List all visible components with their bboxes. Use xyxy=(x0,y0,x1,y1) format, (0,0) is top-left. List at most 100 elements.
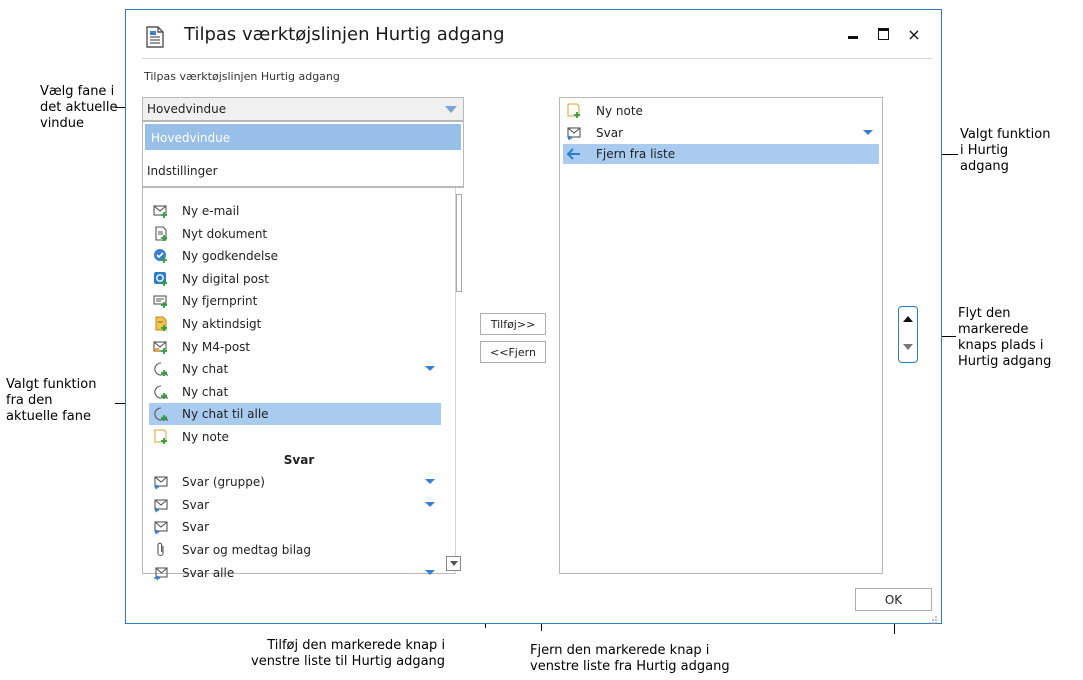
annotation-selected-left: Valgt funktion fra den aktuelle fane xyxy=(6,377,96,425)
list-item[interactable]: Svar og medtag bilag xyxy=(149,539,441,561)
annotation-line-1: Flyt den xyxy=(958,306,1011,321)
annotation-line-2: venstre liste til Hurtig adgang xyxy=(251,654,446,669)
list-item[interactable]: Ny M4-post xyxy=(149,336,441,358)
dropdown-option-indstillinger[interactable]: Indstillinger xyxy=(147,164,218,178)
annotation-line-2: det aktuelle xyxy=(40,100,118,115)
annotation-choose-tab: Vælg fane i det aktuelle vindue xyxy=(40,84,118,132)
annotation-line-1: Vælg fane i xyxy=(40,84,115,99)
ok-button[interactable]: OK xyxy=(855,588,932,611)
list-item[interactable]: Ny chat xyxy=(149,358,441,380)
close-icon: × xyxy=(907,24,921,44)
reply-icon xyxy=(153,497,169,513)
annotation-line-1: Tilføj den markerede knap i xyxy=(267,638,446,653)
chevron-down-icon xyxy=(449,561,458,566)
reply-group-icon xyxy=(153,474,169,490)
move-up-icon[interactable] xyxy=(903,316,913,322)
new-access-request-icon xyxy=(153,316,169,332)
reply-icon xyxy=(566,125,582,141)
annotation-line-2: fra den xyxy=(6,393,53,408)
list-item[interactable]: Ny godkendelse xyxy=(149,245,441,267)
annotation-remove-desc: Fjern den markerede knap i venstre liste… xyxy=(530,643,730,675)
customize-quick-access-dialog: Tilpas værktøjslinjen Hurtig adgang × Ti… xyxy=(125,9,942,624)
annotation-line-1: Fjern den markerede knap i xyxy=(530,643,710,658)
quick-access-list[interactable]: Ny note Svar Fjern fra liste xyxy=(559,97,883,574)
list-item-label: Svar xyxy=(182,497,210,512)
scroll-down-button[interactable] xyxy=(446,556,461,571)
list-item-label: Svar alle xyxy=(182,565,235,580)
list-item-label: Ny e-mail xyxy=(182,204,240,218)
chevron-down-icon[interactable] xyxy=(425,569,435,575)
list-item-label: Svar xyxy=(283,452,315,467)
list-item[interactable]: Fjern fra liste xyxy=(563,144,879,164)
combo-value: Hovedvindue xyxy=(147,102,227,116)
list-item-label: Svar og medtag bilag xyxy=(182,543,312,557)
annotation-line-3: adgang xyxy=(960,159,1009,174)
title-divider xyxy=(142,58,932,59)
new-remote-print-icon xyxy=(153,293,169,309)
chevron-down-icon[interactable] xyxy=(863,129,873,135)
list-item[interactable]: Nyt dokument xyxy=(149,223,441,245)
annotation-line-1: Valgt funktion xyxy=(6,377,97,392)
list-item[interactable]: Ny digital post xyxy=(149,268,441,290)
new-m4-post-icon xyxy=(153,339,169,355)
chevron-down-icon[interactable] xyxy=(425,501,435,507)
list-item[interactable]: Ny note xyxy=(149,426,441,448)
list-item-label: Svar (gruppe) xyxy=(182,475,265,490)
list-item[interactable]: Ny chat xyxy=(149,381,441,403)
annotation-line-1: Valgt funktion xyxy=(960,127,1051,142)
scrollbar-thumb[interactable] xyxy=(456,194,462,292)
document-icon xyxy=(145,26,165,48)
minimize-button[interactable] xyxy=(841,22,865,46)
list-item-label: Ny fjernprint xyxy=(182,294,258,309)
reply-all-icon xyxy=(153,565,169,581)
list-item[interactable]: Ny aktindsigt xyxy=(149,313,441,335)
maximize-button[interactable] xyxy=(871,22,895,46)
list-item-label: Ny chat til alle xyxy=(182,407,269,422)
remove-button[interactable]: <<Fjern xyxy=(480,341,546,363)
list-item[interactable]: Ny note xyxy=(563,101,879,121)
available-commands-list[interactable]: Ny e-mail Nyt dokument Ny godkendelse Ny di… xyxy=(142,187,465,581)
new-email-icon xyxy=(153,203,169,219)
list-item-label: Svar xyxy=(182,520,210,535)
chevron-down-icon xyxy=(445,106,457,113)
list-item-label: Nyt dokument xyxy=(182,226,268,241)
new-document-icon xyxy=(153,226,169,242)
new-note-icon xyxy=(153,429,169,445)
new-chat-all-icon xyxy=(153,406,169,422)
dropdown-option-hovedvindue[interactable]: Hovedvindue xyxy=(145,124,461,150)
move-down-icon[interactable] xyxy=(903,344,913,350)
list-item-label: Svar xyxy=(596,125,624,140)
list-item[interactable]: Ny e-mail xyxy=(149,200,441,222)
list-item-label: Fjern fra liste xyxy=(596,147,676,161)
list-item[interactable]: Svar xyxy=(149,516,441,538)
tab-select-combobox[interactable]: Hovedvindue xyxy=(142,97,464,121)
move-updown-control xyxy=(898,306,918,363)
dialog-subtitle: Tilpas værktøjslinjen Hurtig adgang xyxy=(144,70,340,83)
list-item[interactable]: Svar alle xyxy=(149,562,441,584)
list-item[interactable]: Ny chat til alle xyxy=(149,403,441,426)
add-button[interactable]: Tilføj>> xyxy=(480,313,546,335)
annotation-line-3: vindue xyxy=(40,116,85,131)
resize-grip-icon[interactable] xyxy=(928,610,938,624)
annotation-selected-right: Valgt funktion i Hurtig adgang xyxy=(960,127,1050,175)
arrow-left-icon xyxy=(566,146,582,162)
paperclip-icon xyxy=(153,542,169,558)
list-item-label: Ny note xyxy=(596,104,643,118)
annotation-line-2: i Hurtig xyxy=(960,143,1009,158)
list-item[interactable]: Svar (gruppe) xyxy=(149,471,441,493)
chevron-down-icon[interactable] xyxy=(425,479,435,485)
chevron-down-icon[interactable] xyxy=(425,366,435,372)
new-approval-icon xyxy=(153,248,169,264)
list-item-label: Ny aktindsigt xyxy=(182,317,262,331)
annotation-line-3: knaps plads i xyxy=(958,338,1044,353)
annotation-line-2: markerede xyxy=(958,322,1029,337)
list-item-label: Ny godkendelse xyxy=(182,249,278,264)
close-button[interactable]: × xyxy=(902,22,926,46)
list-item[interactable]: Ny fjernprint xyxy=(149,290,441,312)
list-item[interactable]: Svar xyxy=(563,123,879,143)
list-item-label: Ny note xyxy=(182,430,229,444)
minimize-icon xyxy=(848,35,858,39)
list-item[interactable]: Svar xyxy=(149,494,441,516)
annotation-line-3: aktuelle fane xyxy=(6,409,91,424)
reply-icon xyxy=(153,519,169,535)
